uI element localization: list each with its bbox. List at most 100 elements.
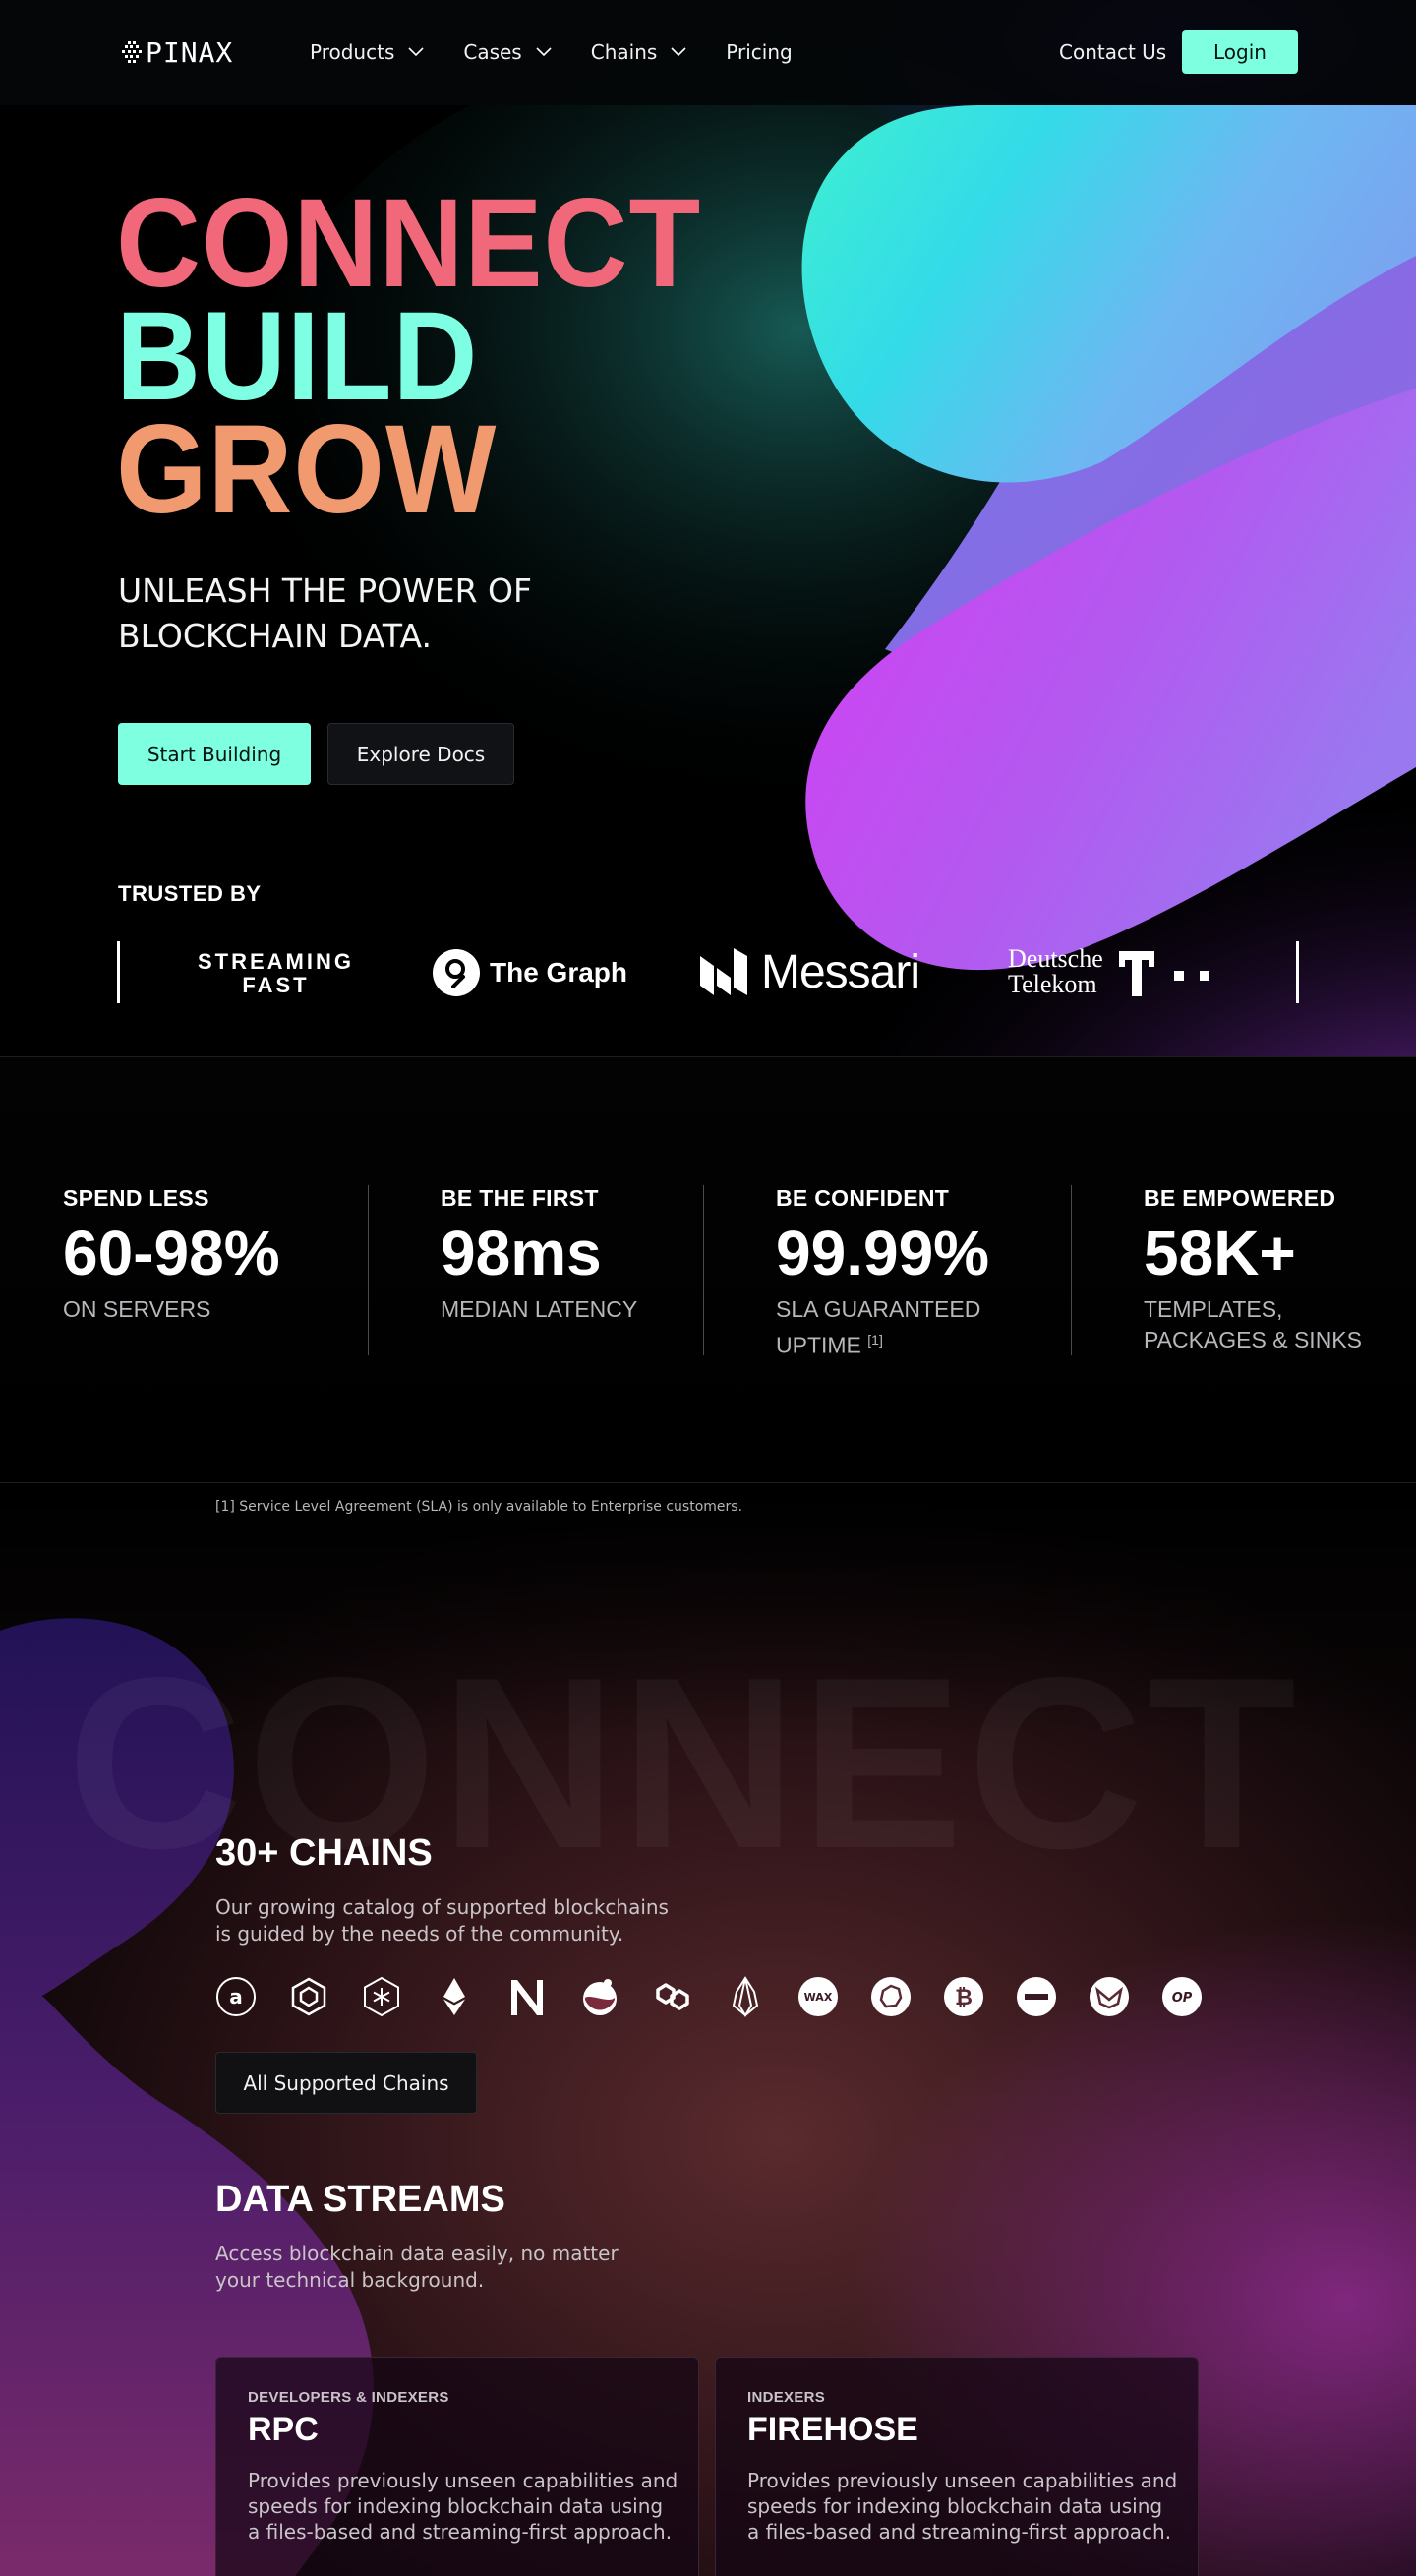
streamingfast-logo: STREAMING FAST <box>195 950 357 997</box>
thegraph-wordmark: The Graph <box>490 957 628 988</box>
hero-title: CONNECT BUILD GROW <box>116 173 702 533</box>
stat-desc: TEMPLATES, PACKAGES & SINKS <box>1144 1294 1362 1355</box>
explore-docs-button[interactable]: Explore Docs <box>327 723 514 785</box>
all-supported-chains-button[interactable]: All Supported Chains <box>215 2052 477 2114</box>
stat-divider <box>703 1185 704 1355</box>
streams-desc-line: Access blockchain data easily, no matter <box>215 2242 619 2265</box>
hero-subtitle: UNLEASH THE POWER OF BLOCKCHAIN DATA. <box>118 569 669 659</box>
hero-title-build: BUILD <box>116 286 479 427</box>
footnote-ref[interactable]: [1] <box>867 1332 883 1348</box>
nav-item-cases[interactable]: Cases <box>463 37 552 67</box>
stat-label: BE EMPOWERED <box>1144 1185 1336 1211</box>
hero-section: PINAX Products Cases Chains Pricing Cont… <box>0 0 1416 1057</box>
polygon-icon[interactable] <box>652 1976 693 2017</box>
chains-and-streams-section: CONNECT 30+ CHAINS Our growing catalog o… <box>0 1483 1416 2576</box>
polkadot-icon[interactable] <box>361 1976 402 2017</box>
ethereum-icon[interactable] <box>434 1976 475 2017</box>
flask-icon[interactable] <box>579 1976 620 2017</box>
near-icon[interactable] <box>506 1976 548 2017</box>
wax-label: WAX <box>804 1991 833 2004</box>
logo-strip-left-bar <box>117 941 120 1003</box>
chains-description: Our growing catalog of supported blockch… <box>215 1894 678 1947</box>
chains-desc-line: Our growing catalog of supported blockch… <box>215 1895 669 1919</box>
stat-value: 60-98% <box>63 1218 280 1288</box>
telekom-t-icon <box>1118 951 1210 996</box>
card-title: FIREHOSE <box>747 2411 918 2448</box>
chains-title: 30+ CHAINS <box>215 1832 433 1874</box>
nav-item-label: Cases <box>463 40 522 64</box>
firehose-card[interactable]: INDEXERS FIREHOSE Provides previously un… <box>715 2357 1199 2576</box>
svg-text:a: a <box>229 1985 243 2008</box>
stat-desc-line2: UPTIME <box>776 1332 861 1358</box>
chevron-down-icon <box>408 47 424 57</box>
pinax-logo[interactable]: PINAX <box>122 35 233 69</box>
stat-label: BE CONFIDENT <box>776 1185 950 1211</box>
chain-icon-row: a WAX ₿ OP <box>215 1976 1234 2017</box>
page: PINAX Products Cases Chains Pricing Cont… <box>0 0 1416 2576</box>
ux-icon[interactable] <box>1089 1976 1130 2017</box>
card-body: Provides previously unseen capabilities … <box>248 2469 678 2544</box>
stat-desc: SLA GUARANTEED UPTIME [1] <box>776 1294 989 1361</box>
data-streams-title: DATA STREAMS <box>215 2179 505 2220</box>
stat-desc: ON SERVERS <box>63 1296 211 1322</box>
eos-icon[interactable] <box>725 1976 766 2017</box>
antelope-icon[interactable]: a <box>215 1976 257 2017</box>
sla-footnote: [1] Service Level Agreement (SLA) is onl… <box>215 1499 743 1515</box>
nav-item-label: Products <box>310 40 395 64</box>
deutsche-telekom-logo: Deutsche Telekom <box>1008 944 1213 999</box>
hero-subtitle-line: BLOCKCHAIN DATA. <box>118 617 432 655</box>
arbitrum-icon[interactable] <box>870 1976 912 2017</box>
start-building-button[interactable]: Start Building <box>118 723 311 785</box>
top-navigation: PINAX Products Cases Chains Pricing Cont… <box>0 0 1416 105</box>
nav-item-label: Chains <box>590 40 658 64</box>
stat-desc-line: TEMPLATES, <box>1144 1296 1283 1322</box>
nav-item-chains[interactable]: Chains <box>591 37 687 67</box>
messari-icon <box>700 948 747 995</box>
stat-divider <box>368 1185 369 1355</box>
data-streams-description: Access blockchain data easily, no matter… <box>215 2241 678 2294</box>
thegraph-logo: The Graph <box>433 948 627 997</box>
login-button[interactable]: Login <box>1182 30 1298 74</box>
stat-be-empowered: BE EMPOWERED 58K+ TEMPLATES, PACKAGES & … <box>1144 1185 1362 1355</box>
card-eyebrow: INDEXERS <box>747 2389 826 2406</box>
streams-desc-line: your technical background. <box>215 2268 485 2292</box>
bitcoin-icon[interactable]: ₿ <box>943 1976 984 2017</box>
stat-value: 98ms <box>441 1218 602 1288</box>
telekom-line2: Telekom <box>1008 970 1097 998</box>
stat-desc-line: PACKAGES & SINKS <box>1144 1327 1362 1352</box>
optimism-icon[interactable]: OP <box>1161 1976 1203 2017</box>
minus-chain-icon[interactable] <box>1016 1976 1057 2017</box>
wax-icon[interactable]: WAX <box>797 1976 839 2017</box>
nav-item-label: Pricing <box>726 40 793 64</box>
stat-desc-line: SLA GUARANTEED <box>776 1296 981 1322</box>
chevron-down-icon <box>536 47 552 57</box>
stat-desc: MEDIAN LATENCY <box>441 1296 638 1322</box>
stat-value: 99.99% <box>776 1218 990 1288</box>
card-title: RPC <box>248 2411 319 2448</box>
stat-label: BE THE FIRST <box>441 1185 599 1211</box>
op-label: OP <box>1172 1991 1193 2006</box>
logo-wordmark: PINAX <box>146 35 234 69</box>
stat-divider <box>1071 1185 1072 1355</box>
chevron-down-icon <box>671 47 686 57</box>
streamingfast-logo-line1: STREAMING <box>198 949 354 974</box>
trusted-by-heading: TRUSTED BY <box>118 881 262 906</box>
nav-item-pricing[interactable]: Pricing <box>726 37 792 67</box>
rpc-card[interactable]: DEVELOPERS & INDEXERS RPC Provides previ… <box>215 2357 699 2576</box>
streamingfast-logo-line2: FAST <box>242 973 310 997</box>
messari-logo: Messari <box>700 944 920 999</box>
chains-desc-line: is guided by the needs of the community. <box>215 1922 624 1946</box>
bnb-icon[interactable] <box>288 1976 329 2017</box>
pinax-logo-icon <box>122 41 142 63</box>
stat-value: 58K+ <box>1144 1218 1296 1288</box>
stat-label: SPEND LESS <box>63 1185 209 1211</box>
hero-subtitle-line: UNLEASH THE POWER OF <box>118 571 532 610</box>
card-eyebrow: DEVELOPERS & INDEXERS <box>248 2389 449 2406</box>
logo-strip-right-bar <box>1296 941 1299 1003</box>
stat-be-the-first: BE THE FIRST 98ms MEDIAN LATENCY <box>441 1185 637 1325</box>
svg-text:₿: ₿ <box>955 1986 973 2010</box>
hero-title-connect: CONNECT <box>116 173 702 314</box>
nav-item-products[interactable]: Products <box>310 37 424 67</box>
contact-us-link[interactable]: Contact Us <box>1059 37 1166 67</box>
card-body: Provides previously unseen capabilities … <box>747 2469 1178 2544</box>
